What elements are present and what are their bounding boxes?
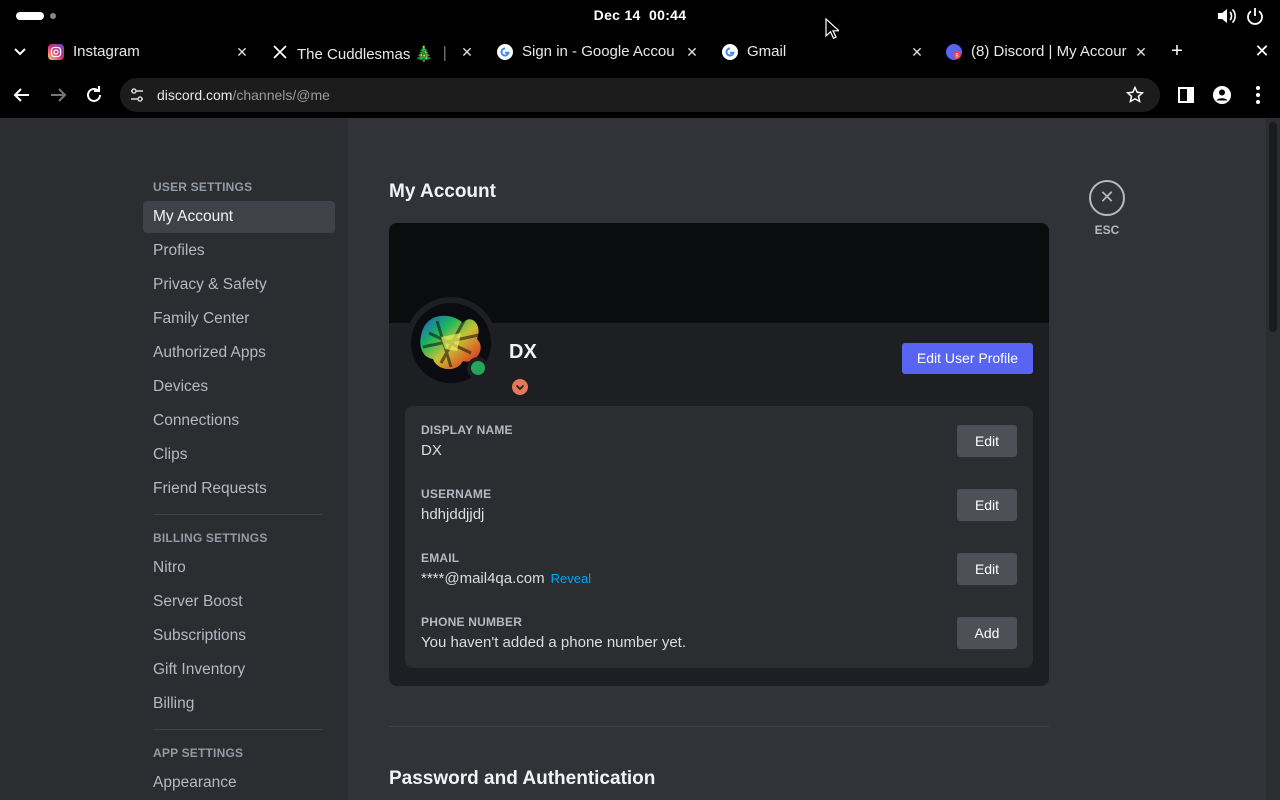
discord-settings: USER SETTINGS My Account Profiles Privac…	[0, 118, 1280, 800]
tab-title: Gmail	[747, 43, 787, 60]
back-arrow-icon[interactable]	[10, 83, 34, 107]
side-panel-icon[interactable]	[1174, 83, 1198, 107]
mouse-cursor-icon	[825, 18, 839, 40]
sidebar-item-connections[interactable]: Connections	[143, 405, 335, 437]
sidebar-item-friend-requests[interactable]: Friend Requests	[143, 473, 335, 505]
tab-title: Instagram	[73, 43, 140, 60]
sidebar-item-family-center[interactable]: Family Center	[143, 303, 335, 335]
avatar[interactable]	[405, 297, 497, 389]
sidebar-item-clips[interactable]: Clips	[143, 439, 335, 471]
instagram-icon	[48, 44, 64, 60]
google-icon	[722, 44, 738, 60]
account-fields: DISPLAY NAME DX Edit USERNAME hdhjddjjdj…	[405, 406, 1033, 668]
page-title: My Account	[389, 181, 496, 202]
date: Dec 14	[593, 7, 641, 23]
sidebar-item-profiles[interactable]: Profiles	[143, 235, 335, 267]
tab-gmail[interactable]: Gmail ✕	[722, 36, 930, 68]
profile-banner	[389, 223, 1049, 323]
close-icon[interactable]: ✕	[1132, 42, 1150, 62]
sidebar-item-appearance[interactable]: Appearance	[143, 767, 335, 799]
sidebar-item-privacy-safety[interactable]: Privacy & Safety	[143, 269, 335, 301]
tab-title: (8) Discord | My Accour	[971, 43, 1127, 60]
clock[interactable]: Dec 14 00:44	[0, 7, 1280, 23]
os-top-bar: Dec 14 00:44	[0, 0, 1280, 32]
username-value: hdhjddjjdj	[421, 506, 485, 523]
forward-arrow-icon[interactable]	[46, 83, 70, 107]
browser-toolbar: discord.com/channels/@me	[0, 72, 1280, 118]
tab-x[interactable]: The Cuddlesmas 🎄 ｜ ✕	[272, 36, 480, 68]
edit-user-profile-button[interactable]: Edit User Profile	[902, 343, 1033, 374]
sidebar-divider	[153, 729, 323, 730]
sidebar-item-gift-inventory[interactable]: Gift Inventory	[143, 654, 335, 686]
online-status-indicator	[467, 357, 489, 379]
bookmark-star-icon[interactable]	[1126, 86, 1144, 104]
url-host: discord.com	[157, 87, 233, 103]
tab-strip: Instagram ✕ The Cuddlesmas 🎄 ｜ ✕ Sign in…	[0, 32, 1280, 72]
scrollbar-thumb[interactable]	[1269, 122, 1277, 332]
edit-username-button[interactable]: Edit	[957, 489, 1017, 521]
tab-instagram[interactable]: Instagram ✕	[48, 36, 256, 68]
url-path: /channels/@me	[232, 87, 330, 103]
add-phone-button[interactable]: Add	[957, 617, 1017, 649]
email-value: ****@mail4qa.com Reveal	[421, 570, 591, 587]
close-icon[interactable]: ✕	[233, 42, 251, 62]
sidebar-item-server-boost[interactable]: Server Boost	[143, 586, 335, 618]
window-close-button[interactable]: ✕	[1252, 41, 1272, 61]
billing-settings-header: BILLING SETTINGS	[153, 531, 268, 545]
email-text: ****@mail4qa.com	[421, 570, 545, 587]
sidebar-item-billing[interactable]: Billing	[143, 688, 335, 720]
close-icon[interactable]: ✕	[683, 42, 701, 62]
time: 00:44	[649, 7, 687, 23]
reload-icon[interactable]	[82, 83, 106, 107]
sidebar-item-label: Nitro	[153, 559, 186, 576]
user-settings-header: USER SETTINGS	[153, 180, 253, 194]
new-tab-button[interactable]: +	[1166, 41, 1188, 63]
discord-icon: 8	[946, 44, 962, 60]
x-icon	[273, 45, 287, 59]
password-auth-heading: Password and Authentication	[389, 768, 656, 789]
close-icon[interactable]: ✕	[458, 42, 476, 62]
sidebar-divider	[153, 514, 323, 515]
google-icon	[497, 44, 513, 60]
more-vert-icon[interactable]	[1246, 83, 1270, 107]
sidebar-item-my-account[interactable]: My Account	[143, 201, 335, 233]
site-settings-icon[interactable]	[128, 86, 146, 104]
display-name-label: DISPLAY NAME	[421, 423, 513, 437]
esc-label: ESC	[1094, 223, 1120, 237]
sidebar-item-subscriptions[interactable]: Subscriptions	[143, 620, 335, 652]
settings-sidebar: USER SETTINGS My Account Profiles Privac…	[0, 118, 468, 800]
email-label: EMAIL	[421, 551, 460, 565]
scrollbar[interactable]	[1266, 118, 1280, 800]
close-icon: ✕	[1099, 187, 1115, 207]
close-icon[interactable]: ✕	[908, 42, 926, 62]
profile-username: DX	[509, 341, 537, 363]
account-card: DX Edit User Profile DISPLAY NAME DX Edi…	[389, 223, 1049, 686]
chevron-down-badge-icon[interactable]	[511, 378, 529, 396]
phone-number-label: PHONE NUMBER	[421, 615, 523, 629]
power-icon[interactable]	[1246, 7, 1264, 25]
tab-title: The Cuddlesmas 🎄 ｜	[297, 46, 453, 63]
chevron-down-icon[interactable]	[10, 44, 30, 60]
sidebar-item-devices[interactable]: Devices	[143, 371, 335, 403]
edit-email-button[interactable]: Edit	[957, 553, 1017, 585]
section-divider	[389, 726, 1049, 727]
tab-google-signin[interactable]: Sign in - Google Accou ✕	[497, 36, 705, 68]
url-text: discord.com/channels/@me	[157, 87, 330, 103]
sidebar-item-nitro[interactable]: Nitro	[143, 552, 468, 584]
phone-number-value: You haven't added a phone number yet.	[421, 634, 687, 651]
close-settings-button[interactable]: ✕	[1089, 180, 1125, 216]
username-label: USERNAME	[421, 487, 492, 501]
profile-icon[interactable]	[1210, 83, 1234, 107]
tab-title: Sign in - Google Accou	[522, 43, 674, 60]
display-name-value: DX	[421, 442, 442, 459]
reveal-email-link[interactable]: Reveal	[551, 571, 591, 586]
sidebar-item-authorized-apps[interactable]: Authorized Apps	[143, 337, 335, 369]
tab-discord[interactable]: 8 (8) Discord | My Accour ✕	[946, 36, 1154, 68]
address-bar[interactable]: discord.com/channels/@me	[120, 78, 1160, 112]
volume-icon[interactable]	[1216, 7, 1236, 25]
edit-display-name-button[interactable]: Edit	[957, 425, 1017, 457]
app-settings-header: APP SETTINGS	[153, 746, 244, 760]
